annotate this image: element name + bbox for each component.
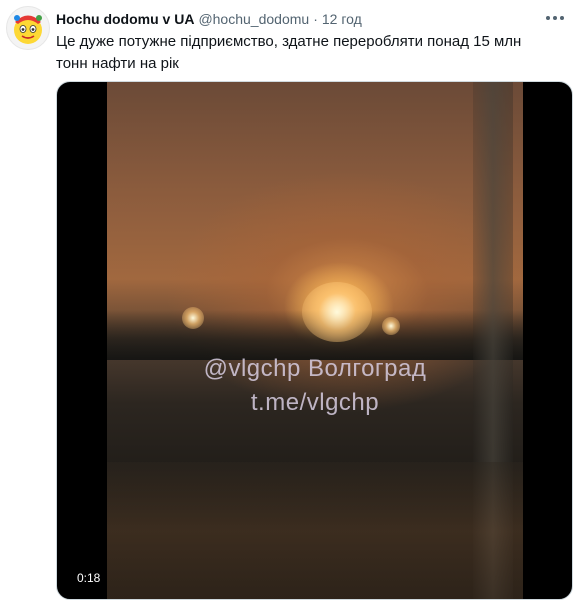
author-handle[interactable]: @hochu_dodomu: [198, 11, 309, 27]
author-avatar[interactable]: [6, 6, 50, 50]
tweet-text: Це дуже потужне підприємство, здатне пер…: [56, 33, 522, 72]
video-player[interactable]: @vlgchp Волгоград t.me/vlgchp 0:18: [56, 81, 573, 600]
header-separator: ·: [313, 11, 318, 27]
cartoon-face-avatar-icon: [14, 15, 42, 44]
watermark-line-1: @vlgchp Волгоград: [203, 355, 427, 382]
video-watermark: @vlgchp Волгоград t.me/vlgchp: [107, 352, 523, 420]
watermark-line-2: t.me/vlgchp: [250, 389, 380, 416]
tweet[interactable]: Hochu dodomu v UA @hochu_dodomu · 12 год…: [0, 0, 580, 604]
video-frame[interactable]: [107, 82, 523, 599]
tweet-header: Hochu dodomu v UA @hochu_dodomu · 12 год: [56, 9, 570, 29]
tweet-time[interactable]: 12 год: [322, 11, 362, 27]
video-light-glow: [182, 307, 204, 329]
more-options-button[interactable]: [544, 10, 566, 26]
video-duration: 0:18: [71, 568, 107, 588]
more-options-icon: [546, 16, 564, 20]
video-foreground: [107, 462, 523, 599]
author-name[interactable]: Hochu dodomu v UA: [56, 11, 194, 27]
video-fire-glow: [302, 282, 372, 342]
video-light-glow: [382, 317, 400, 335]
